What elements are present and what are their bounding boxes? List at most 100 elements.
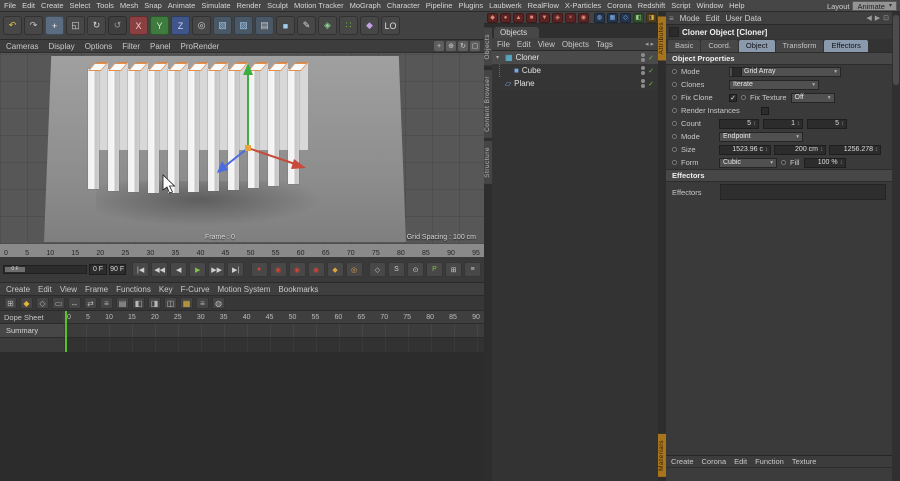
- vertical-tab[interactable]: Objects: [484, 28, 492, 66]
- menu-item[interactable]: Edit: [22, 1, 35, 10]
- tl-icon-key[interactable]: ◆: [20, 297, 33, 309]
- tl-icon-right[interactable]: ◨: [148, 297, 161, 309]
- endpoint-dropdown[interactable]: Endpoint ▾: [719, 132, 803, 142]
- fix-texture-dropdown[interactable]: Off ▾: [791, 93, 835, 103]
- range-end-field[interactable]: 90 F: [109, 264, 126, 275]
- menu-item[interactable]: File: [4, 1, 16, 10]
- menu-item[interactable]: Window: [696, 1, 723, 10]
- expander-icon[interactable]: ▾: [496, 54, 502, 61]
- stepper-icon[interactable]: ↕: [765, 147, 768, 153]
- preview-button[interactable]: P: [426, 262, 443, 277]
- viewport-menu-item[interactable]: Display: [48, 42, 74, 51]
- effectors-list[interactable]: [720, 184, 886, 200]
- autokey-button[interactable]: ◎: [346, 262, 363, 277]
- prev-key-button[interactable]: ◀◀: [151, 262, 168, 277]
- clones-dropdown[interactable]: Iterate ▾: [729, 80, 819, 90]
- pan-view-icon[interactable]: +: [434, 41, 444, 51]
- fix-clone-checkbox[interactable]: ✓: [729, 94, 737, 102]
- menu-item[interactable]: Select: [70, 1, 91, 10]
- material-menu-item[interactable]: Texture: [792, 457, 817, 466]
- attribute-tab[interactable]: Transform: [776, 40, 824, 52]
- anim-dot[interactable]: [672, 147, 677, 152]
- stepper-icon[interactable]: ↕: [797, 121, 800, 127]
- menu-item[interactable]: Help: [729, 1, 744, 10]
- dopesheet-mode-label[interactable]: Dope Sheet: [0, 311, 63, 324]
- visibility-dots[interactable]: [641, 66, 645, 75]
- tl-icon-dot[interactable]: ◍: [212, 297, 225, 309]
- timeline-menu-item[interactable]: Motion System: [218, 285, 271, 294]
- timeline-menu-item[interactable]: Create: [6, 285, 30, 294]
- corona-icon-3[interactable]: ◇: [620, 13, 631, 23]
- burger-icon[interactable]: ≡: [669, 14, 674, 23]
- fill-field[interactable]: 100 % ↕: [804, 158, 846, 168]
- tl-icon-rows[interactable]: ▤: [116, 297, 129, 309]
- object-menu-item[interactable]: File: [497, 40, 510, 49]
- timeline-menu-item[interactable]: Bookmarks: [278, 285, 318, 294]
- anim-dot[interactable]: [672, 69, 677, 74]
- menu-item[interactable]: Plugins: [458, 1, 483, 10]
- record-keyframe-button[interactable]: ●: [251, 262, 268, 277]
- anim-dot[interactable]: [781, 160, 786, 165]
- record-position-button[interactable]: ◉: [270, 262, 287, 277]
- attribute-menu-item[interactable]: Edit: [706, 14, 720, 23]
- visibility-dots[interactable]: [641, 79, 645, 88]
- tree-item-plane[interactable]: ▱ Plane ✓: [492, 77, 658, 90]
- solo-button[interactable]: S: [388, 262, 405, 277]
- menu-item[interactable]: Render: [237, 1, 262, 10]
- coordinate-system-icon[interactable]: ◎: [192, 16, 211, 35]
- attribute-tab[interactable]: Object: [739, 40, 775, 52]
- anim-dot[interactable]: [672, 160, 677, 165]
- timeline-menu-item[interactable]: Key: [159, 285, 173, 294]
- material-menu-item[interactable]: Corona: [702, 457, 727, 466]
- summary-track-label[interactable]: Summary: [0, 324, 63, 338]
- tl-icon-grid[interactable]: ⊞: [4, 297, 17, 309]
- corona-icon-5[interactable]: ◨: [646, 13, 657, 23]
- size-field[interactable]: 1523.96 c ↕: [719, 145, 771, 155]
- size-field[interactable]: 1256.278 ↕: [829, 145, 881, 155]
- plugin-icon-7[interactable]: ×: [565, 13, 576, 23]
- tl-icon-list[interactable]: ≡: [100, 297, 113, 309]
- attribute-menu-item[interactable]: Mode: [680, 14, 700, 23]
- anim-dot[interactable]: [672, 121, 677, 126]
- menu-item[interactable]: Script: [671, 1, 690, 10]
- plugin-icon-1[interactable]: ◆: [487, 13, 498, 23]
- lod-icon[interactable]: LO: [381, 16, 400, 35]
- render-settings-icon[interactable]: ▤: [255, 16, 274, 35]
- form-dropdown[interactable]: Cubic ▾: [719, 158, 777, 168]
- anim-dot[interactable]: [672, 95, 677, 100]
- enabled-check-icon[interactable]: ✓: [648, 54, 654, 62]
- viewport-menu-item[interactable]: Panel: [150, 42, 170, 51]
- anim-dot[interactable]: [741, 95, 746, 100]
- timeline-menu-item[interactable]: Functions: [116, 285, 151, 294]
- spline-pen-icon[interactable]: ✎: [297, 16, 316, 35]
- stepper-icon[interactable]: ↕: [841, 121, 844, 127]
- object-menu-item[interactable]: Objects: [562, 40, 589, 49]
- record-scale-button[interactable]: ◉: [289, 262, 306, 277]
- tl-icon-all[interactable]: ▦: [180, 297, 193, 309]
- tab-objects[interactable]: Objects: [494, 27, 539, 38]
- object-menu-item[interactable]: Tags: [596, 40, 613, 49]
- tl-icon-move[interactable]: ↔: [68, 297, 81, 309]
- menu-item[interactable]: Animate: [168, 1, 196, 10]
- perspective-viewport[interactable]: Frame : 0 Grid Spacing : 100 cm: [0, 53, 484, 244]
- menu-item[interactable]: Simulate: [201, 1, 230, 10]
- dopesheet-ruler[interactable]: 051015202530354045505560657075808590: [63, 311, 484, 324]
- corona-icon-2[interactable]: ▦: [607, 13, 618, 23]
- visibility-dots[interactable]: [641, 53, 645, 62]
- size-field[interactable]: 200 cm ↕: [774, 145, 826, 155]
- undo-icon[interactable]: ↶: [3, 16, 22, 35]
- menu-item[interactable]: Corona: [607, 1, 632, 10]
- rotate-tool-icon[interactable]: ↻: [87, 16, 106, 35]
- deformer-icon[interactable]: ◆: [360, 16, 379, 35]
- subdivision-surface-icon[interactable]: ◈: [318, 16, 337, 35]
- play-button[interactable]: ▶: [189, 262, 206, 277]
- count-field[interactable]: 1 ↕: [763, 119, 803, 129]
- tree-item-cloner[interactable]: ▾ ▦ Cloner ✓: [492, 51, 658, 64]
- count-field[interactable]: 5 ↕: [807, 119, 847, 129]
- grid-button[interactable]: ⊞: [445, 262, 462, 277]
- keyframe-selection-button[interactable]: ◇: [369, 262, 386, 277]
- goto-end-button[interactable]: ▶|: [227, 262, 244, 277]
- plugin-icon-4[interactable]: ■: [526, 13, 537, 23]
- viewport-menu-item[interactable]: ProRender: [181, 42, 220, 51]
- layout-select[interactable]: Animate ▾: [852, 1, 897, 11]
